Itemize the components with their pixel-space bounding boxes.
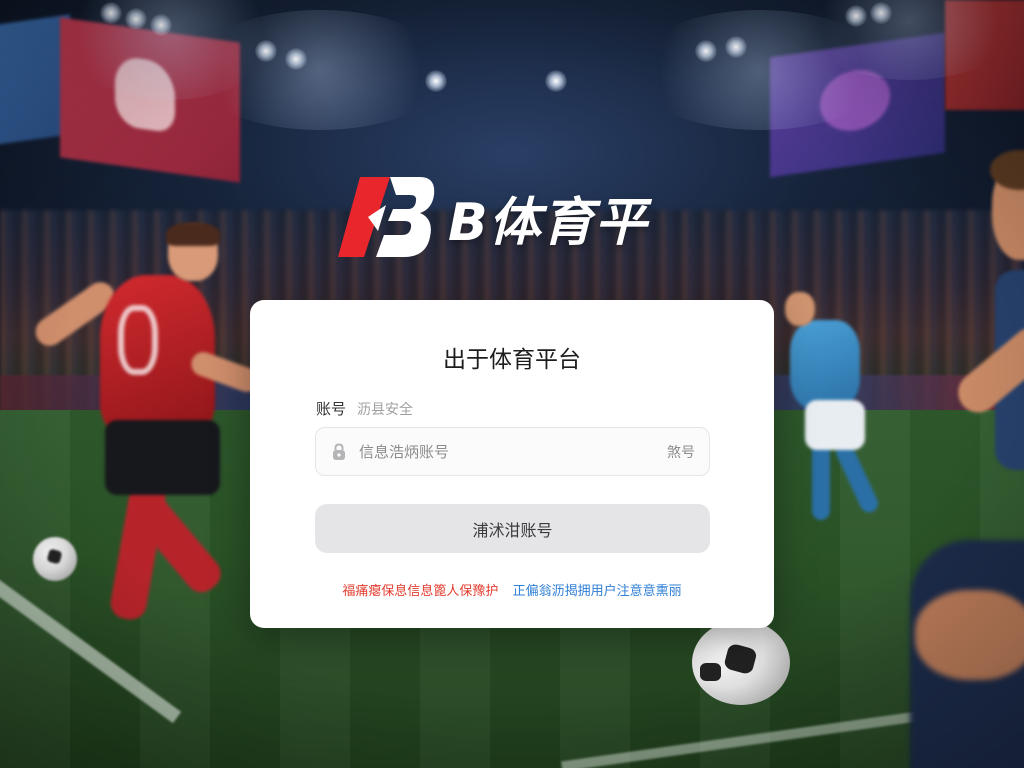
lock-icon: [333, 442, 345, 460]
brand-mark-icon: [338, 177, 435, 257]
brand-name: B体育平: [448, 192, 648, 253]
notice-line: 福痛瘪保息信息篦人保豫护 正偏翁沥揭拥用户注意意熏丽: [250, 580, 774, 599]
account-input[interactable]: [359, 442, 667, 461]
account-input-box[interactable]: 煞号: [315, 427, 710, 476]
account-hint: 沥县安全: [357, 402, 413, 418]
login-card: 出于体育平台 账号 沥县安全 煞号 浦沭泔账号 福痛瘪保息信息篦人保豫护 正偏翁…: [250, 300, 774, 628]
card-title: 出于体育平台: [443, 347, 581, 373]
account-label: 账号: [316, 400, 347, 418]
input-suffix-label[interactable]: 煞号: [667, 442, 695, 462]
notice-privacy-text[interactable]: 福痛瘪保息信息篦人保豫护: [342, 584, 498, 599]
notice-terms-link[interactable]: 正偏翁沥揭拥用户注意意熏丽: [513, 584, 682, 599]
brand-logo: B体育平: [338, 172, 648, 262]
submit-button[interactable]: 浦沭泔账号: [315, 504, 710, 553]
